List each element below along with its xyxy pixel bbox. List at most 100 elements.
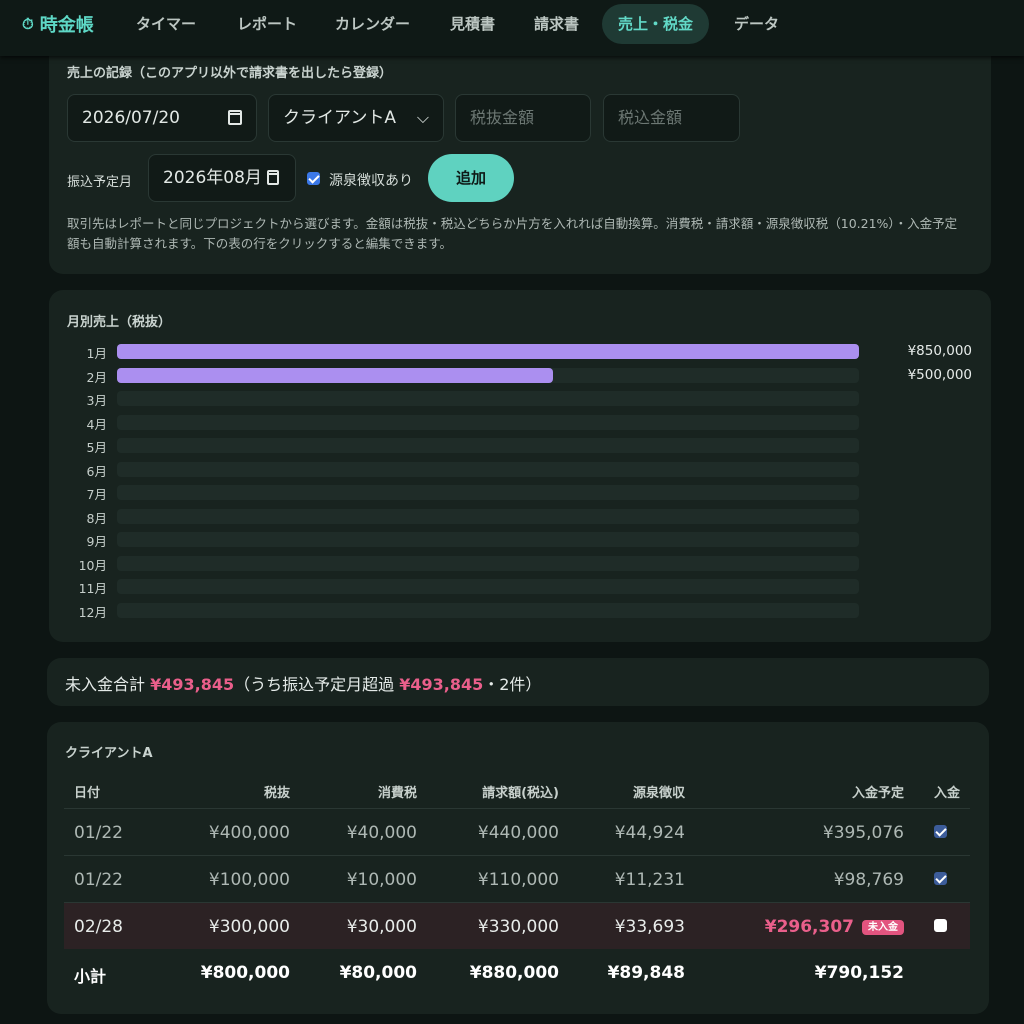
transfer-month-value: 2026年08月 — [163, 168, 262, 188]
bar-track — [117, 461, 859, 477]
bar-label: 3月 — [86, 393, 107, 408]
bar-label: 12月 — [78, 604, 107, 620]
cell-date: 01/22 — [74, 870, 123, 890]
cell-date: 02/28 — [74, 917, 123, 937]
bar-label: 10月 — [78, 557, 107, 573]
cell-excl: ¥100,000 — [208, 870, 290, 890]
unpaid-label: 未入金合計 — [65, 675, 146, 694]
date-value: 2026/07/20 — [82, 108, 180, 128]
tab-timer[interactable]: タイマー — [120, 4, 212, 44]
bar-track — [117, 414, 859, 430]
cell-excl: ¥300,000 — [208, 917, 290, 937]
subtotal-excl: ¥800,000 — [200, 963, 290, 983]
stopwatch-icon: ⏱ — [22, 15, 34, 33]
app-title: 時金帳 — [39, 15, 94, 36]
cell-expected: ¥98,769 — [833, 870, 904, 890]
bar-track — [117, 532, 859, 547]
client-value: クライアントA — [283, 108, 396, 128]
table-subtotal-row: 小計 ¥800,000 ¥80,000 ¥880,000 ¥89,848 ¥79… — [64, 949, 970, 996]
overdue-label: （うち振込予定月超過 — [234, 675, 395, 694]
cell-billed: ¥440,000 — [477, 823, 559, 843]
tab-data[interactable]: データ — [718, 4, 795, 44]
cell-expected-unpaid: ¥296,307 未入金 — [724, 917, 904, 937]
bar-track — [117, 508, 859, 524]
bar-track — [117, 367, 859, 383]
paid-checkbox[interactable] — [934, 919, 947, 932]
transfer-month-label: 振込予定月 — [67, 175, 133, 190]
overdue-total: ¥493,845 — [399, 675, 484, 694]
cell-withholding: ¥11,231 — [614, 870, 685, 890]
bar-label: 2月 — [86, 369, 107, 385]
unpaid-summary-card: 未入金合計 ¥493,845（うち振込予定月超過 ¥493,845・2件） — [47, 658, 989, 706]
withholding-checkbox[interactable] — [307, 172, 320, 185]
header-expected: 入金予定 — [851, 786, 904, 801]
client-select[interactable]: クライアントA ⌵ — [268, 94, 444, 142]
top-nav: ⏱ 時金帳 タイマー レポート カレンダー 見積書 請求書 売上・税金 データ — [0, 0, 1024, 56]
tab-report[interactable]: レポート — [221, 4, 313, 44]
bar-label: 1月 — [86, 346, 107, 361]
table-row-unpaid[interactable]: 02/28 ¥300,000 ¥30,000 ¥330,000 ¥33,693 … — [64, 902, 970, 949]
bar-value-label: ¥500,000 — [907, 366, 972, 383]
cell-tax: ¥10,000 — [346, 870, 417, 890]
bar-label: 9月 — [86, 534, 107, 549]
bar-label: 6月 — [86, 463, 107, 479]
tab-sales-tax[interactable]: 売上・税金 — [602, 4, 710, 44]
subtotal-withholding: ¥89,848 — [607, 963, 685, 983]
unpaid-summary: 未入金合計 ¥493,845（うち振込予定月超過 ¥493,845・2件） — [65, 671, 541, 695]
header-date: 日付 — [74, 786, 101, 801]
cell-billed: ¥330,000 — [477, 917, 559, 937]
calendar-icon[interactable] — [228, 110, 242, 125]
bar-track — [117, 555, 859, 571]
paid-checkbox[interactable] — [934, 872, 947, 885]
withholding-label: 源泉徴収あり — [329, 173, 413, 189]
header-billed: 請求額(税込) — [482, 786, 559, 801]
expected-amount: ¥296,307 — [764, 917, 854, 937]
header-withholding: 源泉徴収 — [632, 786, 685, 801]
app-brand[interactable]: ⏱ 時金帳 — [22, 12, 94, 36]
subtotal-label: 小計 — [74, 967, 107, 986]
header-tax: 消費税 — [377, 786, 417, 801]
client-name: クライアントA — [65, 746, 153, 761]
amount-excl-input[interactable]: 税抜金額 — [455, 94, 591, 142]
chart-title: 月別売上（税抜） — [67, 315, 172, 330]
bar-label: 4月 — [86, 416, 107, 432]
bar-value-label: ¥850,000 — [907, 343, 972, 359]
tab-calendar[interactable]: カレンダー — [319, 4, 426, 44]
cell-expected: ¥395,076 — [822, 823, 904, 843]
sales-record-title: 売上の記録（このアプリ以外で請求書を出したら登録） — [67, 66, 393, 81]
client-sales-table-card: クライアントA 日付 税抜 消費税 請求額(税込) 源泉徴収 入金予定 入金 0… — [47, 722, 989, 1014]
bar-label: 5月 — [86, 440, 107, 455]
cell-date: 01/22 — [74, 823, 123, 843]
bar-track — [117, 579, 859, 594]
subtotal-tax: ¥80,000 — [339, 963, 417, 983]
date-input[interactable]: 2026/07/20 — [67, 94, 257, 142]
unpaid-badge: 未入金 — [862, 920, 904, 935]
amount-incl-input[interactable]: 税込金額 — [603, 94, 740, 142]
unpaid-total: ¥493,845 — [150, 675, 235, 694]
chevron-down-icon: ⌵ — [416, 108, 429, 127]
cell-excl: ¥400,000 — [208, 823, 290, 843]
tab-estimate[interactable]: 見積書 — [434, 4, 511, 44]
header-paid: 入金 — [934, 786, 961, 801]
transfer-month-input[interactable]: 2026年08月 — [148, 154, 296, 202]
bar-track — [117, 344, 859, 359]
help-text: 取引先はレポートと同じプロジェクトから選びます。金額は税抜・税込どちらか片方を入… — [67, 216, 958, 251]
add-button[interactable]: 追加 — [428, 154, 514, 202]
cell-withholding: ¥44,924 — [614, 823, 685, 843]
table-row[interactable]: 01/22 ¥100,000 ¥10,000 ¥110,000 ¥11,231 … — [64, 855, 970, 902]
bar-label: 11月 — [78, 581, 107, 596]
bar-track — [117, 485, 859, 500]
overdue-count: ・2件） — [483, 675, 542, 694]
cell-tax: ¥30,000 — [346, 917, 417, 937]
bar-track — [117, 438, 859, 453]
bar-track — [117, 602, 859, 618]
tab-invoice[interactable]: 請求書 — [518, 4, 595, 44]
bar-label: 8月 — [86, 510, 107, 526]
header-excl: 税抜 — [263, 786, 290, 801]
table-row[interactable]: 01/22 ¥400,000 ¥40,000 ¥440,000 ¥44,924 … — [64, 808, 970, 855]
bar — [117, 344, 859, 359]
subtotal-billed: ¥880,000 — [469, 963, 559, 983]
paid-checkbox[interactable] — [934, 825, 947, 838]
calendar-icon[interactable] — [267, 170, 279, 185]
cell-tax: ¥40,000 — [346, 823, 417, 843]
